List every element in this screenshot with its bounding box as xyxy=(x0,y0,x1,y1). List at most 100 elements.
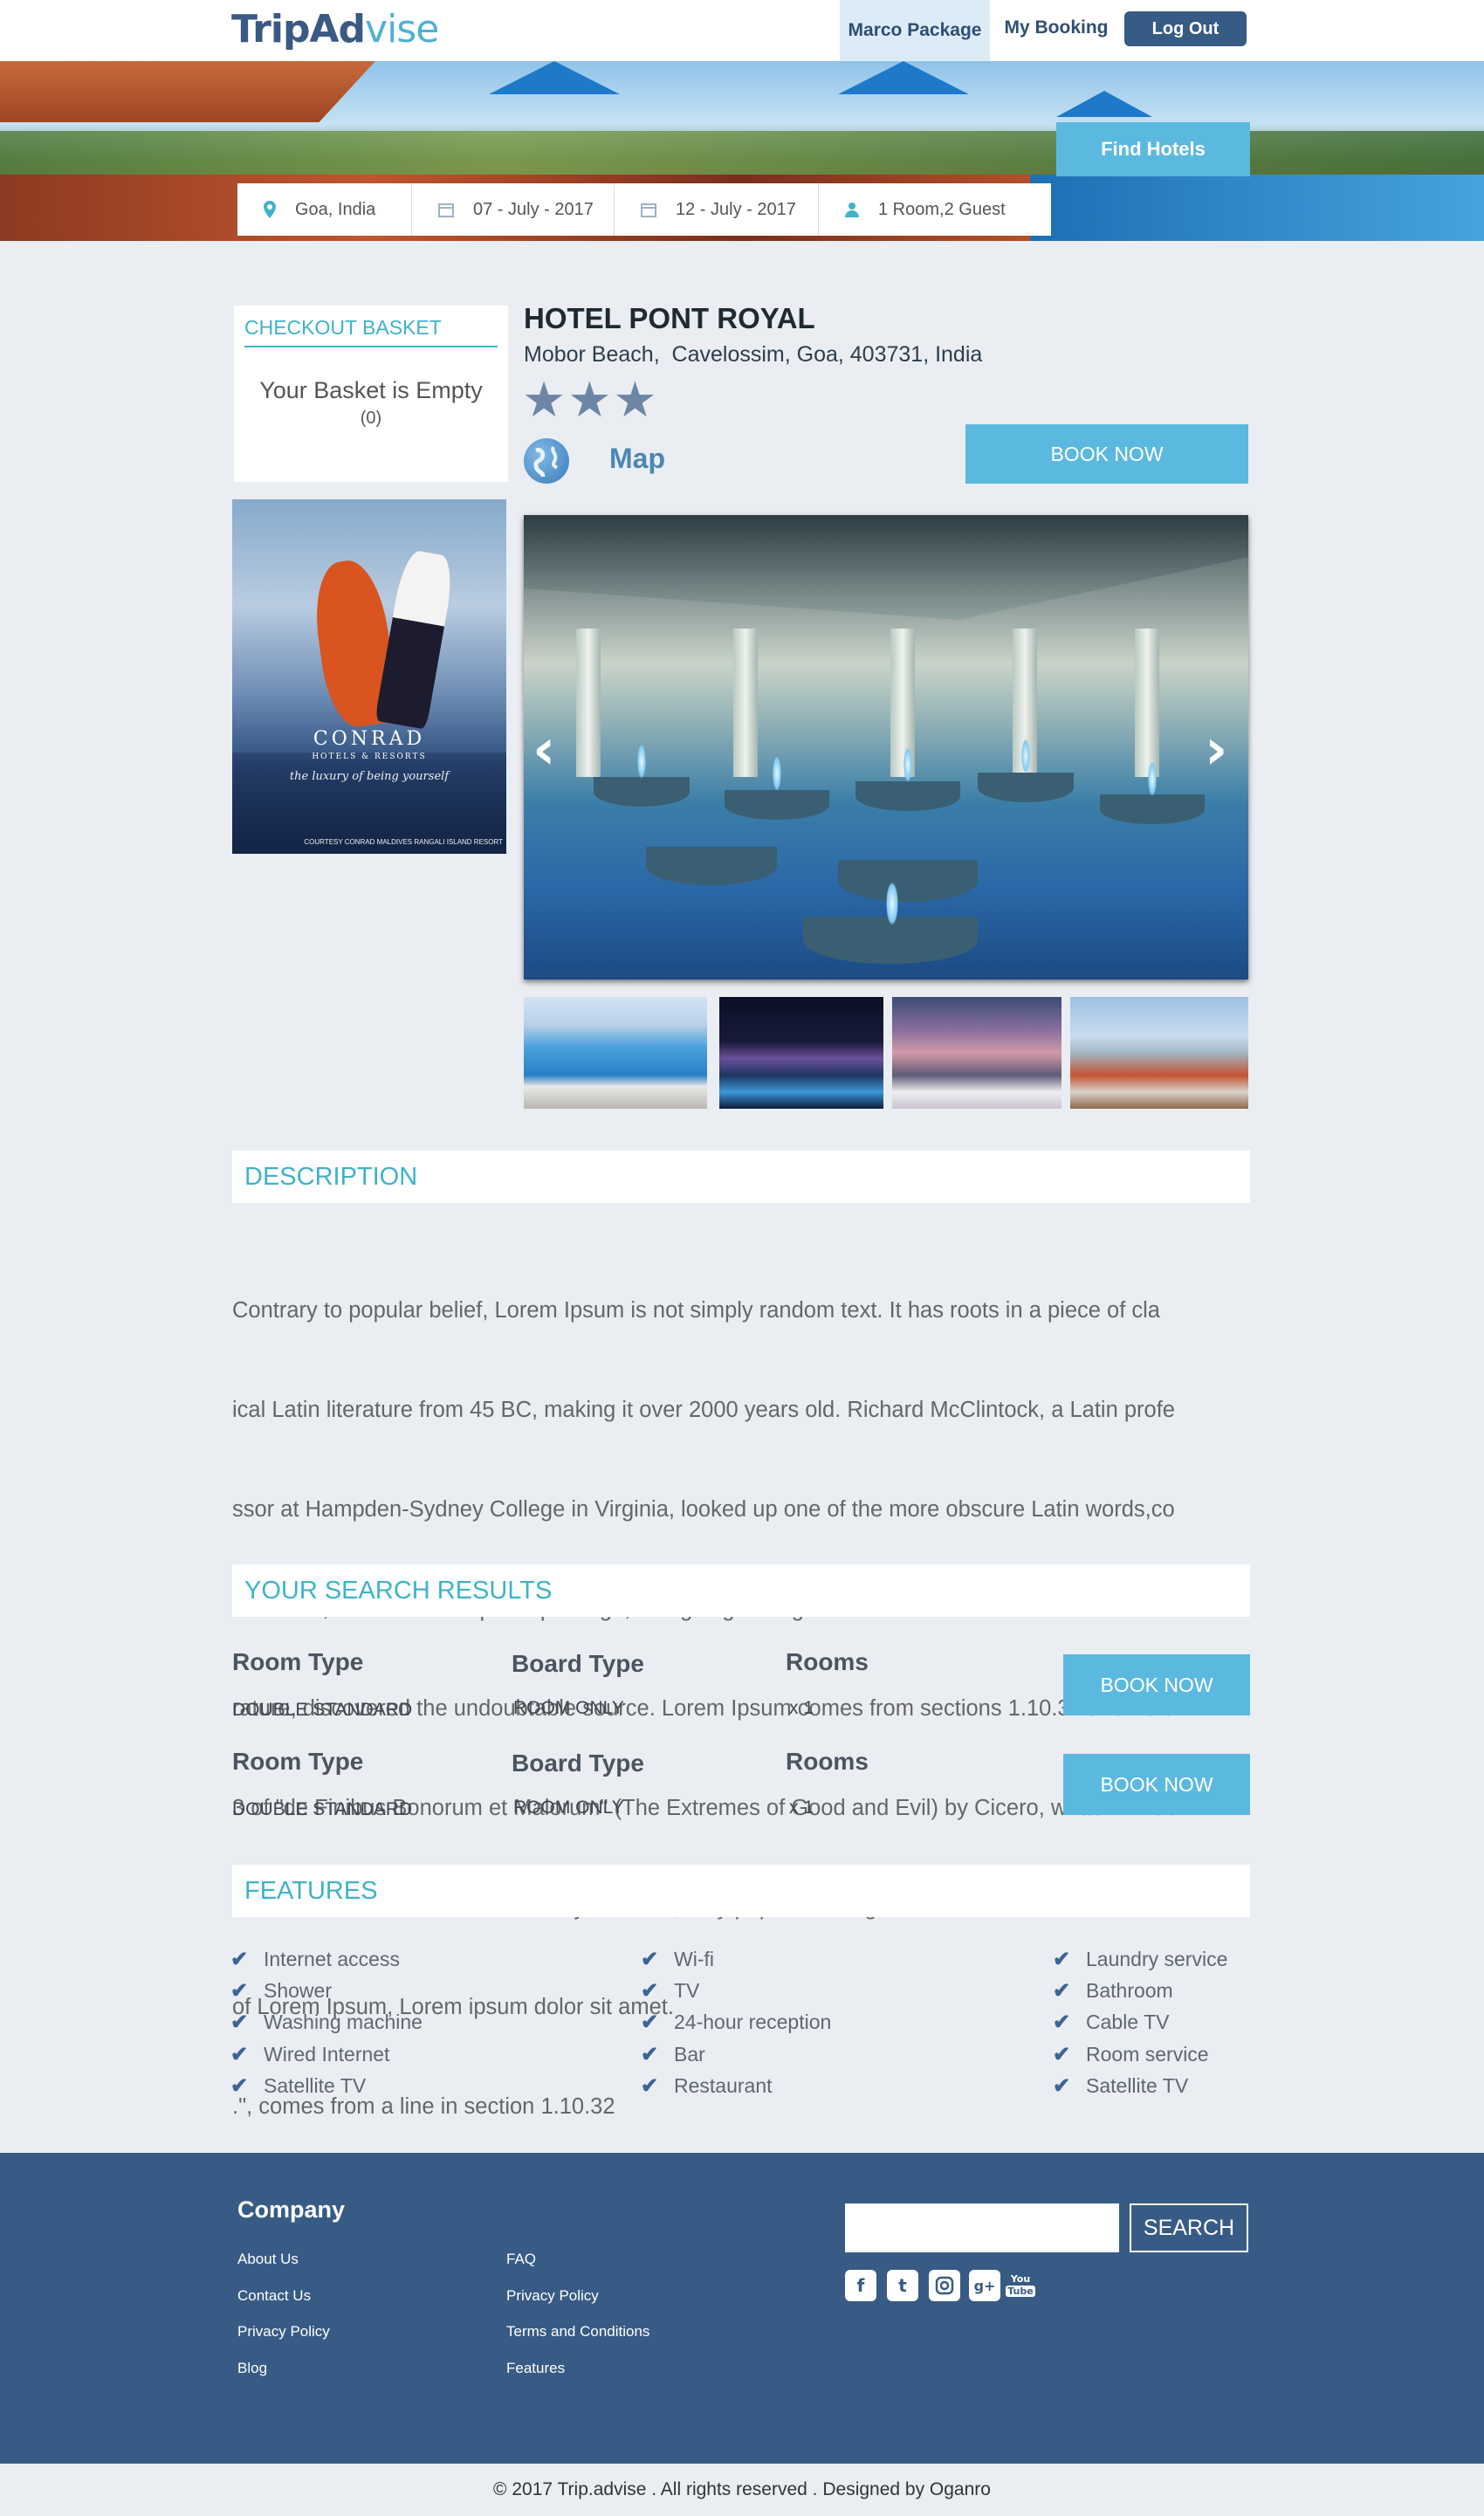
nav-marco-package[interactable]: Marco Package xyxy=(840,0,990,61)
book-now-button[interactable]: BOOK NOW xyxy=(1063,1754,1250,1815)
find-hotels-button[interactable]: Find Hotels xyxy=(1056,122,1250,176)
hotel-main-photo: ‹ › xyxy=(524,515,1248,980)
gallery-thumbnail[interactable] xyxy=(719,997,883,1109)
checkout-value: 12 - July - 2017 xyxy=(676,199,796,219)
feature-label: 24-hour reception xyxy=(674,2011,832,2033)
footer-search-input[interactable] xyxy=(845,2203,1119,2252)
feature-label: Bathroom xyxy=(1086,1979,1173,2002)
footer-link-privacy[interactable]: Privacy Policy xyxy=(237,2323,330,2341)
top-navbar: TripAdvise Marco Package My Booking Log … xyxy=(0,0,1484,61)
guests-value: 1 Room,2 Guest xyxy=(878,199,1006,219)
feature-item: ✔ Washing machine xyxy=(230,2010,423,2035)
instagram-icon[interactable] xyxy=(929,2270,960,2301)
description-line: ssor at Hampden-Sydney College in Virgin… xyxy=(232,1497,1175,1522)
room-type-value: DOUBLE STANDARD xyxy=(232,1799,413,1819)
hero-umbrella xyxy=(1056,91,1152,117)
hero-roof xyxy=(0,61,375,122)
checkin-field[interactable]: 07 - July - 2017 xyxy=(412,183,615,236)
feature-item: ✔ Wired Internet xyxy=(230,2042,389,2067)
star-icon: ★ xyxy=(567,372,614,427)
check-icon: ✔ xyxy=(1053,2074,1071,2098)
feature-label: Satellite TV xyxy=(264,2074,367,2097)
feature-label: Wired Internet xyxy=(264,2043,390,2066)
feature-label: Washing machine xyxy=(264,2011,423,2033)
footer-link-terms[interactable]: Terms and Conditions xyxy=(506,2323,649,2341)
star-icon: ★ xyxy=(522,372,568,427)
checkout-field[interactable]: 12 - July - 2017 xyxy=(615,183,819,236)
nav-my-booking[interactable]: My Booking xyxy=(995,0,1117,56)
feature-label: TV xyxy=(674,1979,700,2002)
logo[interactable]: TripAdvise xyxy=(231,7,439,52)
feature-item: ✔ Internet access xyxy=(230,1947,400,1972)
google-plus-icon[interactable]: g+ xyxy=(969,2270,1000,2301)
footer-link-features[interactable]: Features xyxy=(506,2360,565,2377)
youtube-tube: Tube xyxy=(1006,2286,1035,2297)
globe-icon[interactable] xyxy=(524,438,569,484)
feature-label: Shower xyxy=(264,1979,332,2002)
hero-pool xyxy=(1030,175,1484,241)
photo-fountain-bowl xyxy=(838,860,978,902)
feature-item: ✔ Satellite TV xyxy=(1053,2073,1188,2099)
feature-item: ✔ Bathroom xyxy=(1053,1978,1173,2004)
col-rooms: Rooms xyxy=(786,1648,869,1675)
promo-subtitle: HOTELS & RESORTS xyxy=(312,753,427,761)
gallery-thumbnail[interactable] xyxy=(524,997,707,1109)
photo-fountain xyxy=(773,756,781,791)
check-icon: ✔ xyxy=(1053,1948,1071,1971)
checkout-basket: CHECKOUT BASKET Your Basket is Empty (0) xyxy=(234,306,508,482)
photo-fountain xyxy=(637,744,646,779)
logo-text-1: TripAd xyxy=(231,7,366,52)
photo-fountain xyxy=(886,882,898,925)
location-field[interactable]: Goa, India xyxy=(237,183,412,236)
photo-fountain-bowl xyxy=(646,847,777,885)
basket-title: CHECKOUT BASKET xyxy=(244,316,498,347)
features-header: FEATURES xyxy=(232,1865,1250,1917)
chevron-right-icon[interactable]: › xyxy=(1205,718,1227,782)
gallery-thumbnail[interactable] xyxy=(1070,997,1248,1109)
chevron-left-icon[interactable]: ‹ xyxy=(532,718,555,782)
footer-link-faq[interactable]: FAQ xyxy=(506,2251,536,2268)
photo-fountain-bowl xyxy=(594,777,690,807)
facebook-icon[interactable]: f xyxy=(845,2270,876,2301)
hotel-address: Mobor Beach, Cavelossim, Goa, 403731, In… xyxy=(524,342,983,367)
photo-column xyxy=(1135,629,1159,777)
book-now-button[interactable]: BOOK NOW xyxy=(965,424,1248,484)
logout-button[interactable]: Log Out xyxy=(1124,11,1247,46)
search-bar: Goa, India 07 - July - 2017 12 - July - … xyxy=(237,183,1051,236)
col-room-type: Room Type xyxy=(232,1748,364,1775)
map-link[interactable]: Map xyxy=(609,443,665,475)
footer-link-blog[interactable]: Blog xyxy=(237,2360,267,2377)
check-icon: ✔ xyxy=(641,2043,659,2066)
feature-item: ✔ Wi-fi xyxy=(641,1947,714,1972)
feature-item: ✔ Bar xyxy=(641,2042,705,2067)
feature-label: Internet access xyxy=(264,1948,400,1970)
conrad-ad-banner[interactable]: CONRAD HOTELS & RESORTS the luxury of be… xyxy=(232,499,506,854)
feature-label: Laundry service xyxy=(1086,1948,1228,1970)
footer-search-button[interactable]: SEARCH xyxy=(1130,2203,1248,2252)
footer-link-privacy[interactable]: Privacy Policy xyxy=(506,2287,599,2305)
twitter-icon[interactable]: t xyxy=(887,2270,918,2301)
promo-brand: CONRAD xyxy=(313,728,426,750)
photo-fountain xyxy=(903,747,912,782)
check-icon: ✔ xyxy=(230,2043,249,2066)
check-icon: ✔ xyxy=(1053,1979,1071,2003)
description-line: Contrary to popular belief, Lorem Ipsum … xyxy=(232,1298,1160,1323)
checkin-value: 07 - July - 2017 xyxy=(473,199,594,219)
footer-company-heading: Company xyxy=(237,2196,346,2223)
photo-fountain xyxy=(1148,761,1157,796)
feature-item: ✔ TV xyxy=(641,1978,699,2004)
col-rooms: Rooms xyxy=(786,1748,869,1775)
copyright-text: © 2017 Trip.advise . All rights reserved… xyxy=(493,2479,991,2499)
feature-item: ✔ Room service xyxy=(1053,2042,1209,2067)
location-value: Goa, India xyxy=(295,199,376,219)
feature-item: ✔ Laundry service xyxy=(1053,1947,1227,1972)
book-now-button[interactable]: BOOK NOW xyxy=(1063,1654,1250,1715)
youtube-icon[interactable]: You Tube xyxy=(1006,2270,1035,2301)
board-type-value: ROOM ONLY xyxy=(513,1798,624,1818)
footer-link-contact[interactable]: Contact Us xyxy=(237,2287,311,2305)
gallery-thumbnail[interactable] xyxy=(892,997,1061,1109)
logo-text-2: v xyxy=(365,7,388,52)
guests-field[interactable]: 1 Room,2 Guest xyxy=(819,183,1051,236)
hero-banner: Goa, India 07 - July - 2017 12 - July - … xyxy=(0,61,1484,241)
footer-link-about[interactable]: About Us xyxy=(237,2251,299,2268)
